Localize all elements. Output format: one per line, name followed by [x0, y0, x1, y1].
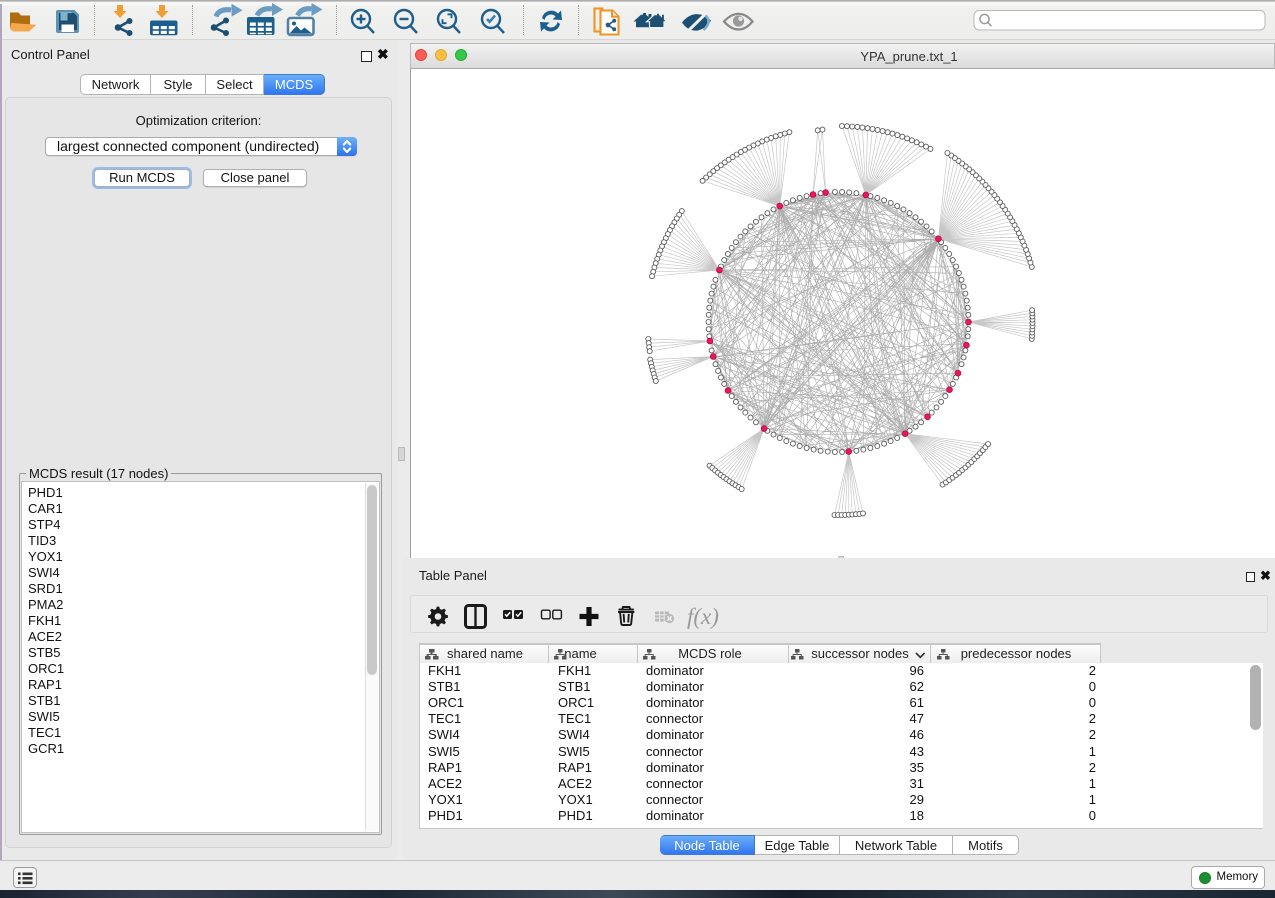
- svg-text:f(x): f(x): [687, 604, 719, 629]
